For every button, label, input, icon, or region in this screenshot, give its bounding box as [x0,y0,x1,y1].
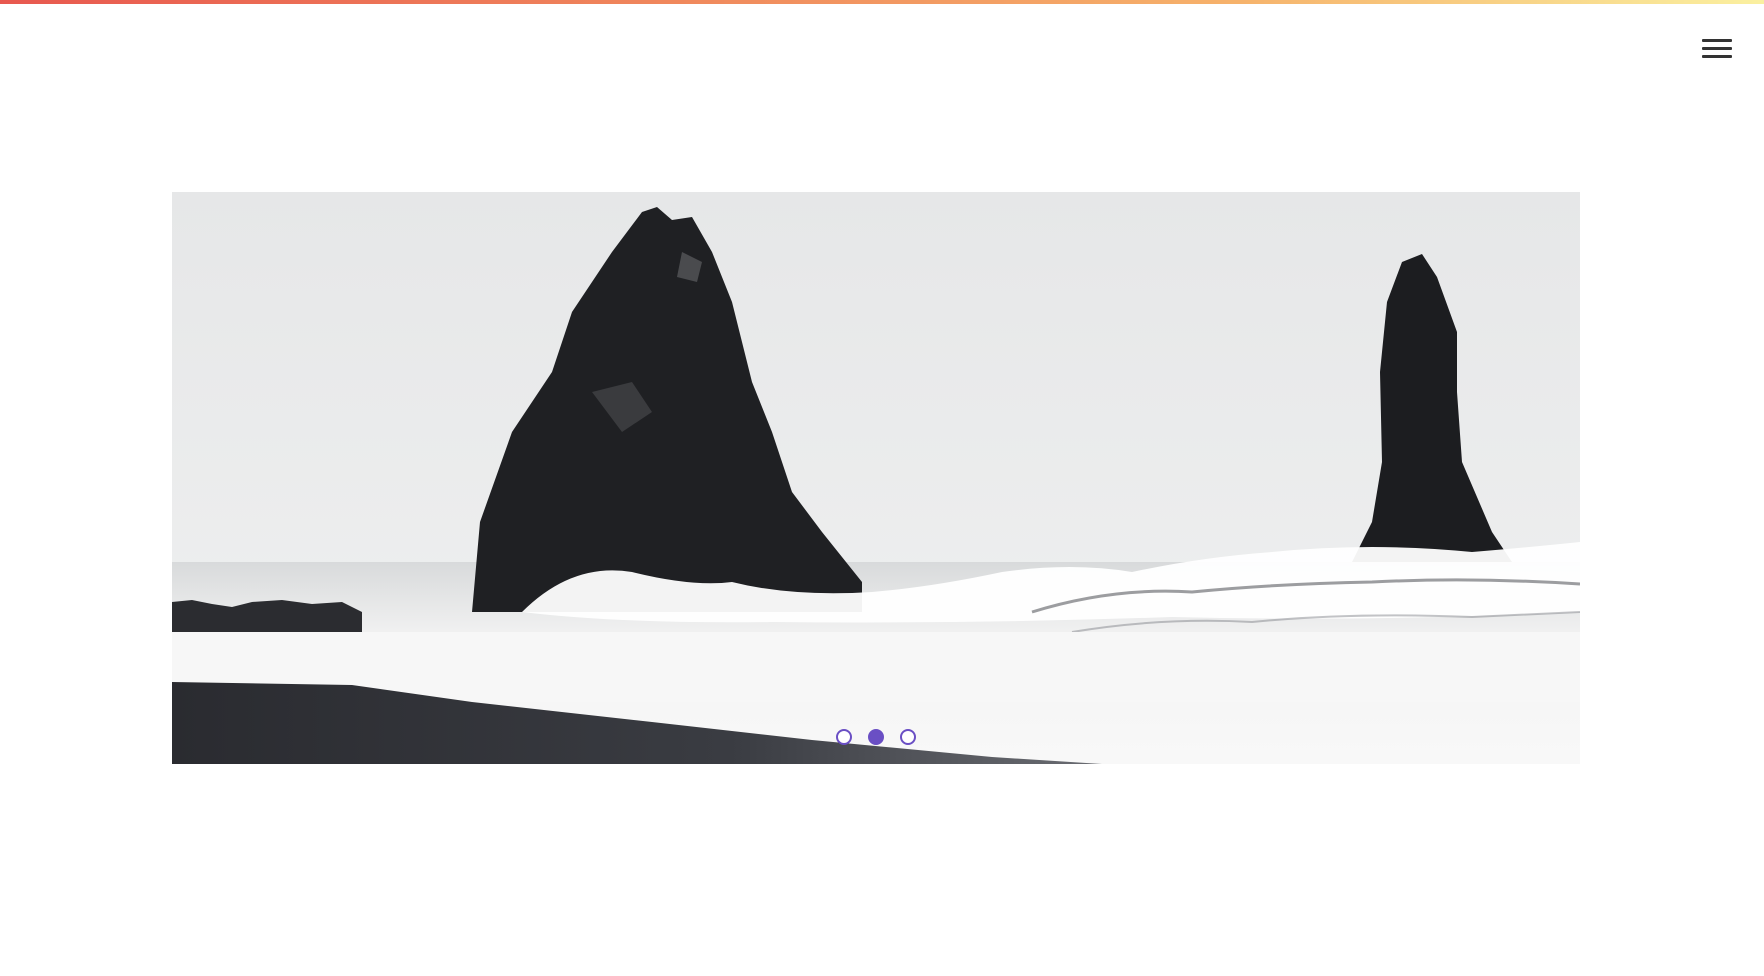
menu-line [1702,39,1732,42]
top-gradient-bar [0,0,1764,4]
hamburger-menu-icon[interactable] [1700,36,1734,62]
menu-line [1702,47,1732,50]
carousel-dot-1[interactable] [836,729,852,745]
carousel-dot-2[interactable] [868,729,884,745]
image-carousel[interactable] [172,192,1580,764]
sea-stacks-slide-image [172,192,1580,764]
menu-line [1702,55,1732,58]
carousel-pagination [172,729,1580,751]
carousel-dot-3[interactable] [900,729,916,745]
